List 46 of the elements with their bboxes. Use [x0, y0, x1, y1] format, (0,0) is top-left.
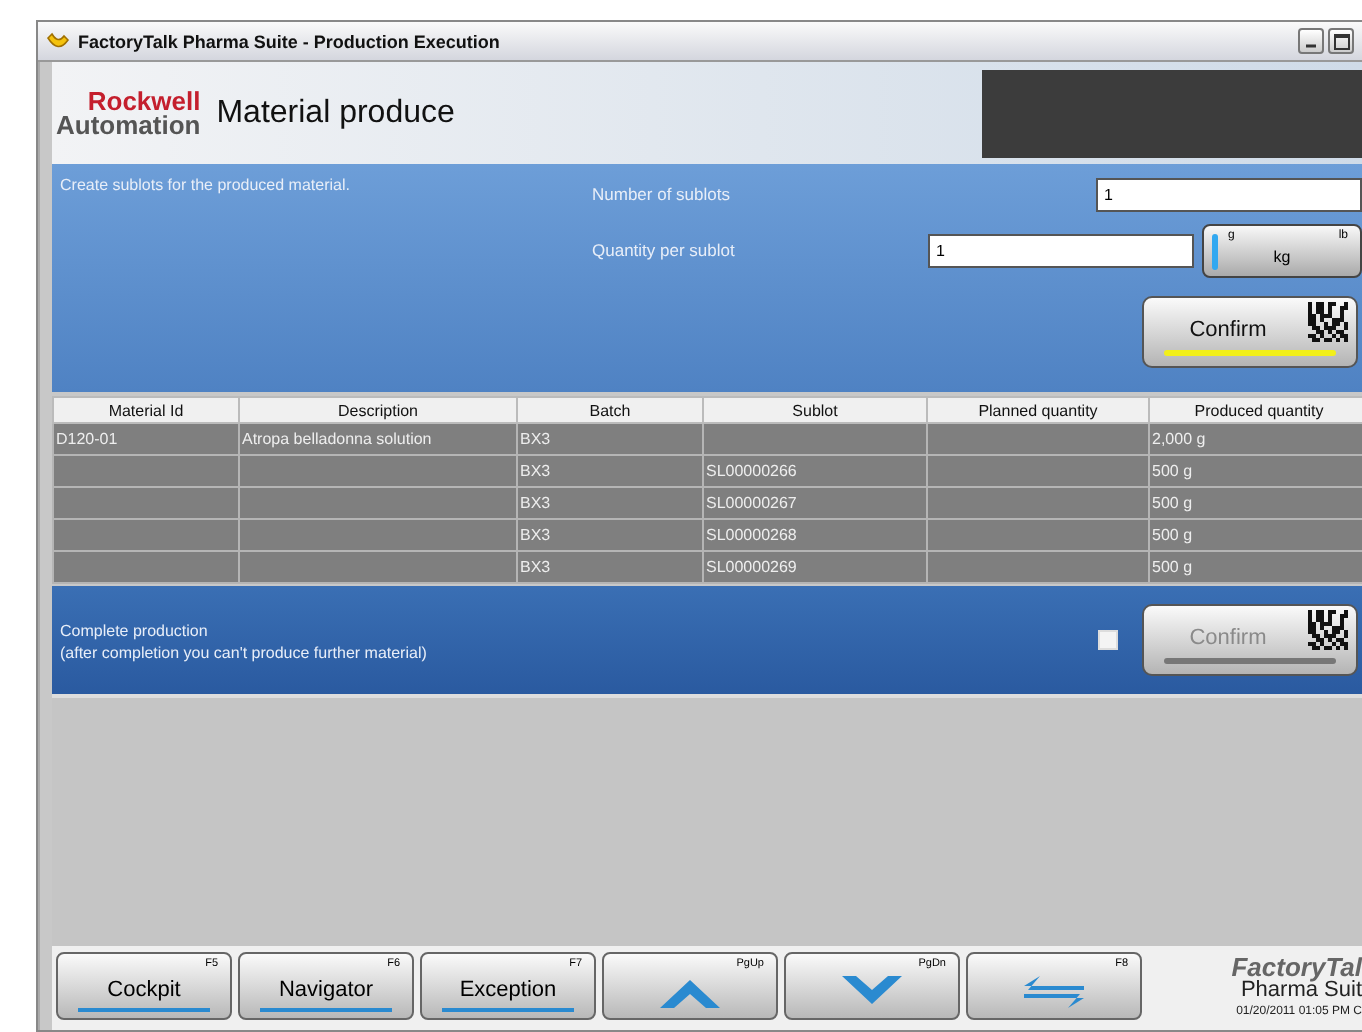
maximize-icon [1333, 33, 1349, 49]
table-cell: 500 g [1149, 455, 1362, 487]
brand-name: FactoryTal [1231, 954, 1362, 980]
confirm-button[interactable]: Confirm [1142, 296, 1358, 368]
minimize-icon [1306, 44, 1316, 48]
page-title: Material produce [216, 95, 455, 131]
table-cell: SL00000266 [703, 455, 927, 487]
barcode-icon [1308, 610, 1348, 650]
table-cell: 2,000 g [1149, 423, 1362, 455]
table-cell: BX3 [517, 519, 703, 551]
table-cell: BX3 [517, 487, 703, 519]
maximize-button[interactable] [1328, 28, 1354, 54]
table-cell: 500 g [1149, 551, 1362, 583]
table-cell: BX3 [517, 455, 703, 487]
company-logo: Rockwell Automation [56, 90, 201, 136]
column-header: Sublot [703, 397, 927, 423]
completion-text: Complete production (after completion you can't produce further material) [60, 622, 427, 666]
app-icon [46, 29, 70, 53]
instruction-text: Create sublots for the produced material. [60, 176, 350, 198]
column-header: Batch [517, 397, 703, 423]
field-label: Number of sublots [592, 184, 732, 204]
input-field[interactable]: 1 [1096, 177, 1362, 211]
window-title: FactoryTalk Pharma Suite - Production Execution [78, 31, 500, 51]
table-cell: 500 g [1149, 487, 1362, 519]
column-header: Description [239, 397, 517, 423]
minimize-button[interactable] [1298, 28, 1324, 54]
field-label: Quantity per sublot [592, 240, 737, 260]
column-header: Planned quantity [927, 397, 1149, 423]
input-field[interactable]: 1 [928, 233, 1194, 267]
table-cell: D120-01 [53, 423, 239, 455]
table-cell: SL00000267 [703, 487, 927, 519]
swap-arrows-icon [1024, 976, 1084, 1008]
table-cell: 500 g [1149, 519, 1362, 551]
table-cell: BX3 [517, 551, 703, 583]
up-arrow-icon [660, 976, 720, 1008]
unit-slider-thumb[interactable] [1212, 233, 1218, 269]
barcode-icon [1308, 302, 1348, 342]
product-name: Pharma Suit [1240, 980, 1362, 1002]
table-cell: SL00000268 [703, 519, 927, 551]
down-arrow-icon [842, 976, 902, 1008]
table-cell: SL00000269 [703, 551, 927, 583]
column-header: Material Id [53, 397, 239, 423]
checkbox[interactable] [1098, 630, 1118, 650]
column-header: Produced quantity [1149, 397, 1362, 423]
table-cell: BX3 [517, 423, 703, 455]
table-cell: Atropa belladonna solution [239, 423, 517, 455]
